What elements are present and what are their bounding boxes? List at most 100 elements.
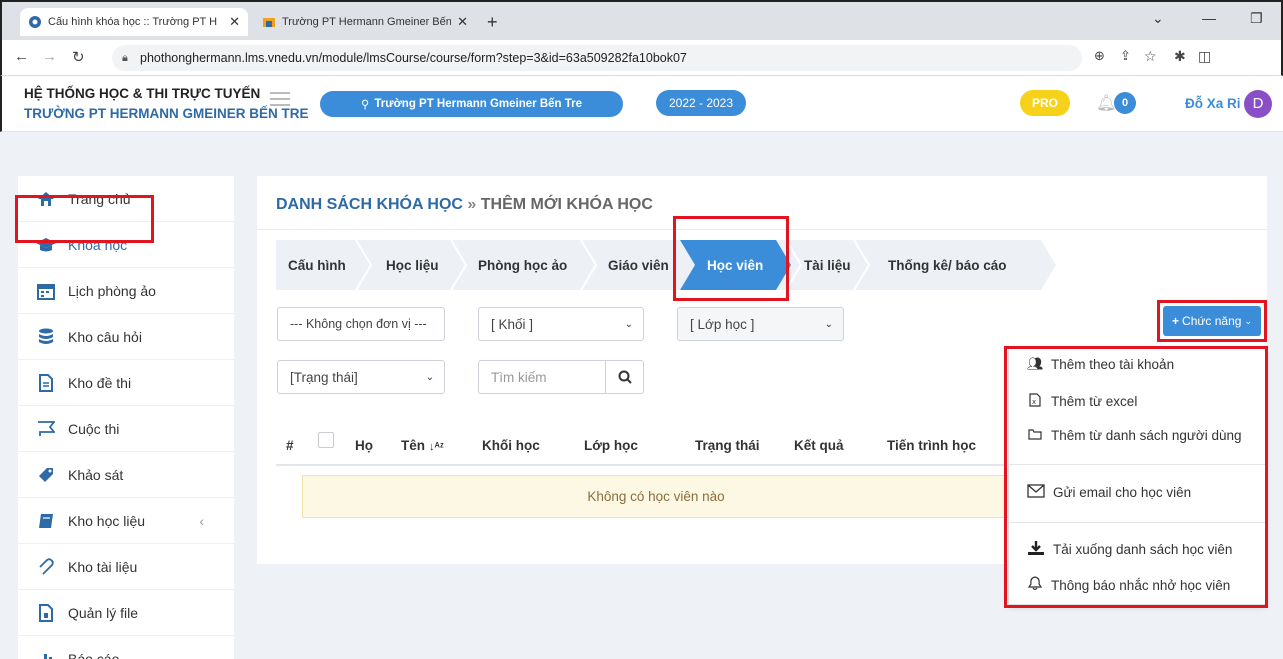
pro-badge: PRO — [1020, 90, 1070, 116]
collapse-arrow-icon[interactable]: ‹ — [199, 513, 204, 529]
step-virtual-room[interactable]: Phòng học ảo — [478, 240, 567, 290]
paperclip-icon — [36, 557, 56, 577]
school-title: TRƯỜNG PT HERMANN GMEINER BẾN TRE — [24, 106, 309, 121]
school-year-selector[interactable]: 2022 - 2023 — [656, 90, 746, 116]
sidebar-toggle-icon[interactable]: ◫ — [1198, 48, 1211, 65]
search-button[interactable] — [605, 361, 643, 393]
sidebar-item-contests[interactable]: Cuộc thi — [18, 406, 234, 452]
step-documents[interactable]: Tài liệu — [804, 240, 851, 290]
highlight-dropdown-box — [1004, 346, 1268, 608]
highlight-courses-box — [15, 195, 154, 243]
back-arrow-icon[interactable]: ← — [14, 48, 29, 65]
table-header-divider — [276, 464, 1006, 466]
sidebar-item-file-manager[interactable]: Quản lý file — [18, 590, 234, 636]
col-status[interactable]: Trạng thái — [695, 438, 760, 453]
col-grade[interactable]: Khối học — [482, 438, 540, 453]
select-all-checkbox[interactable] — [318, 432, 334, 448]
step-materials[interactable]: Học liệu — [386, 240, 439, 290]
unit-select[interactable]: --- Không chọn đơn vị --- — [277, 307, 445, 341]
sidebar-item-label: Kho tài liệu — [68, 558, 138, 575]
sidebar-item-reports[interactable]: Báo cáo — [18, 636, 234, 659]
browser-tab-title: Cấu hình khóa học :: Trường PT H — [48, 16, 218, 28]
col-class[interactable]: Lớp học — [584, 438, 638, 453]
browser-tab-inactive[interactable]: Trường PT Hermann Gmeiner Bến ✕ — [254, 8, 476, 36]
bookmark-star-icon[interactable]: ☆ — [1144, 48, 1157, 65]
sidebar-item-exam-bank[interactable]: Kho đề thi — [18, 360, 234, 406]
system-title: HỆ THỐNG HỌC & THI TRỰC TUYẾN — [24, 86, 261, 101]
status-select[interactable]: [Trạng thái] ⌄ — [277, 360, 445, 394]
database-icon — [36, 327, 56, 347]
col-progress[interactable]: Tiến trình học — [887, 438, 976, 453]
sidebar-item-documents[interactable]: Kho tài liệu — [18, 544, 234, 590]
highlight-function-button-box — [1157, 300, 1267, 342]
minimize-icon[interactable]: — — [1202, 10, 1216, 26]
url-text: phothonghermann.lms.vnedu.vn/module/lmsC… — [140, 51, 687, 65]
sidebar-item-surveys[interactable]: Khảo sát — [18, 452, 234, 498]
search-icon — [618, 370, 632, 384]
close-tab-icon[interactable]: ✕ — [451, 14, 468, 30]
chevron-down-icon: ⌄ — [824, 318, 833, 330]
col-first-name[interactable]: Tên ↓ᴬᶻ — [401, 438, 444, 453]
sidebar-item-label: Kho học liệu — [68, 512, 146, 529]
status-select-value: [Trạng thái] — [290, 369, 358, 385]
share-icon[interactable]: ⇪ — [1120, 48, 1131, 64]
new-tab-button[interactable]: + — [487, 12, 498, 33]
tab-search-icon[interactable]: ⌄ — [1152, 10, 1164, 27]
file-icon — [36, 603, 56, 623]
book-icon — [36, 511, 56, 531]
sidebar-item-label: Cuộc thi — [68, 420, 120, 437]
grade-select[interactable]: [ Khối ] ⌄ — [478, 307, 644, 341]
close-tab-icon[interactable]: ✕ — [223, 14, 240, 30]
browser-tab-bar: Cấu hình khóa học :: Trường PT H ✕ Trườn… — [0, 0, 1283, 40]
school-selector-label: Trường PT Hermann Gmeiner Bến Tre — [374, 98, 583, 110]
search-input[interactable]: Tìm kiếm — [478, 360, 644, 394]
step-statistics[interactable]: Thống kê/ báo cáo — [888, 240, 1007, 290]
address-bar-row: ← → ↻ 🔒︎ phothonghermann.lms.vnedu.vn/mo… — [0, 40, 1283, 107]
highlight-students-step-box — [673, 216, 789, 301]
document-icon — [36, 373, 56, 393]
calendar-icon — [36, 281, 56, 301]
col-first-name-label: Tên — [401, 438, 426, 453]
reload-icon[interactable]: ↻ — [72, 48, 85, 66]
step-config[interactable]: Cấu hình — [288, 240, 346, 290]
restore-icon[interactable]: ❐ — [1250, 10, 1263, 27]
sidebar: Trang chủ Khóa học Lịch phòng ảo Kho câu… — [18, 176, 234, 659]
school-favicon-icon — [262, 15, 276, 29]
sidebar-item-label: Quản lý file — [68, 604, 139, 621]
chevron-down-icon: ⌄ — [425, 371, 434, 383]
user-name[interactable]: Đỗ Xa Ri — [1185, 96, 1241, 111]
sidebar-item-label: Lịch phòng ảo — [68, 282, 156, 299]
extensions-icon[interactable]: ✱ — [1174, 48, 1186, 65]
notification-count-badge: 0 — [1114, 92, 1136, 114]
sidebar-item-question-bank[interactable]: Kho câu hỏi — [18, 314, 234, 360]
sort-az-icon[interactable]: ↓ᴬᶻ — [429, 441, 444, 453]
breadcrumb: DANH SÁCH KHÓA HỌC » THÊM MỚI KHÓA HỌC — [276, 196, 653, 214]
sidebar-item-label: Kho câu hỏi — [68, 328, 142, 345]
sidebar-item-learning-materials[interactable]: Kho học liệu ‹ — [18, 498, 234, 544]
search-placeholder: Tìm kiếm — [491, 369, 547, 385]
class-select-value: [ Lớp học ] — [690, 316, 755, 332]
breadcrumb-separator: » — [462, 196, 481, 213]
location-pin-icon: ⚲ — [360, 99, 370, 111]
flag-icon — [36, 419, 56, 439]
class-select[interactable]: [ Lớp học ] ⌄ — [677, 307, 844, 341]
tag-icon — [36, 465, 56, 485]
user-avatar[interactable]: D — [1244, 90, 1272, 118]
lock-icon: 🔒︎ — [122, 52, 128, 64]
breadcrumb-course-list-link[interactable]: DANH SÁCH KHÓA HỌC — [276, 196, 463, 213]
browser-tab-active[interactable]: Cấu hình khóa học :: Trường PT H ✕ — [20, 8, 248, 36]
col-result[interactable]: Kết quả — [794, 438, 844, 453]
col-last-name[interactable]: Họ — [355, 438, 373, 453]
grade-select-value: [ Khối ] — [491, 316, 534, 332]
step-teachers[interactable]: Giáo viên — [608, 240, 669, 290]
sidebar-item-virtual-classroom[interactable]: Lịch phòng ảo — [18, 268, 234, 314]
school-selector[interactable]: ⚲ Trường PT Hermann Gmeiner Bến Tre — [320, 91, 623, 117]
url-field[interactable]: 🔒︎ phothonghermann.lms.vnedu.vn/module/l… — [112, 45, 1082, 71]
zoom-icon[interactable]: ⊕ — [1094, 48, 1105, 64]
browser-tab-title: Trường PT Hermann Gmeiner Bến — [282, 16, 452, 28]
forward-arrow-icon[interactable]: → — [42, 48, 57, 65]
menu-hamburger-icon[interactable] — [270, 92, 290, 106]
chevron-down-icon: ⌄ — [624, 318, 633, 330]
app-header — [0, 76, 1283, 132]
sidebar-item-label: Khảo sát — [68, 466, 124, 483]
